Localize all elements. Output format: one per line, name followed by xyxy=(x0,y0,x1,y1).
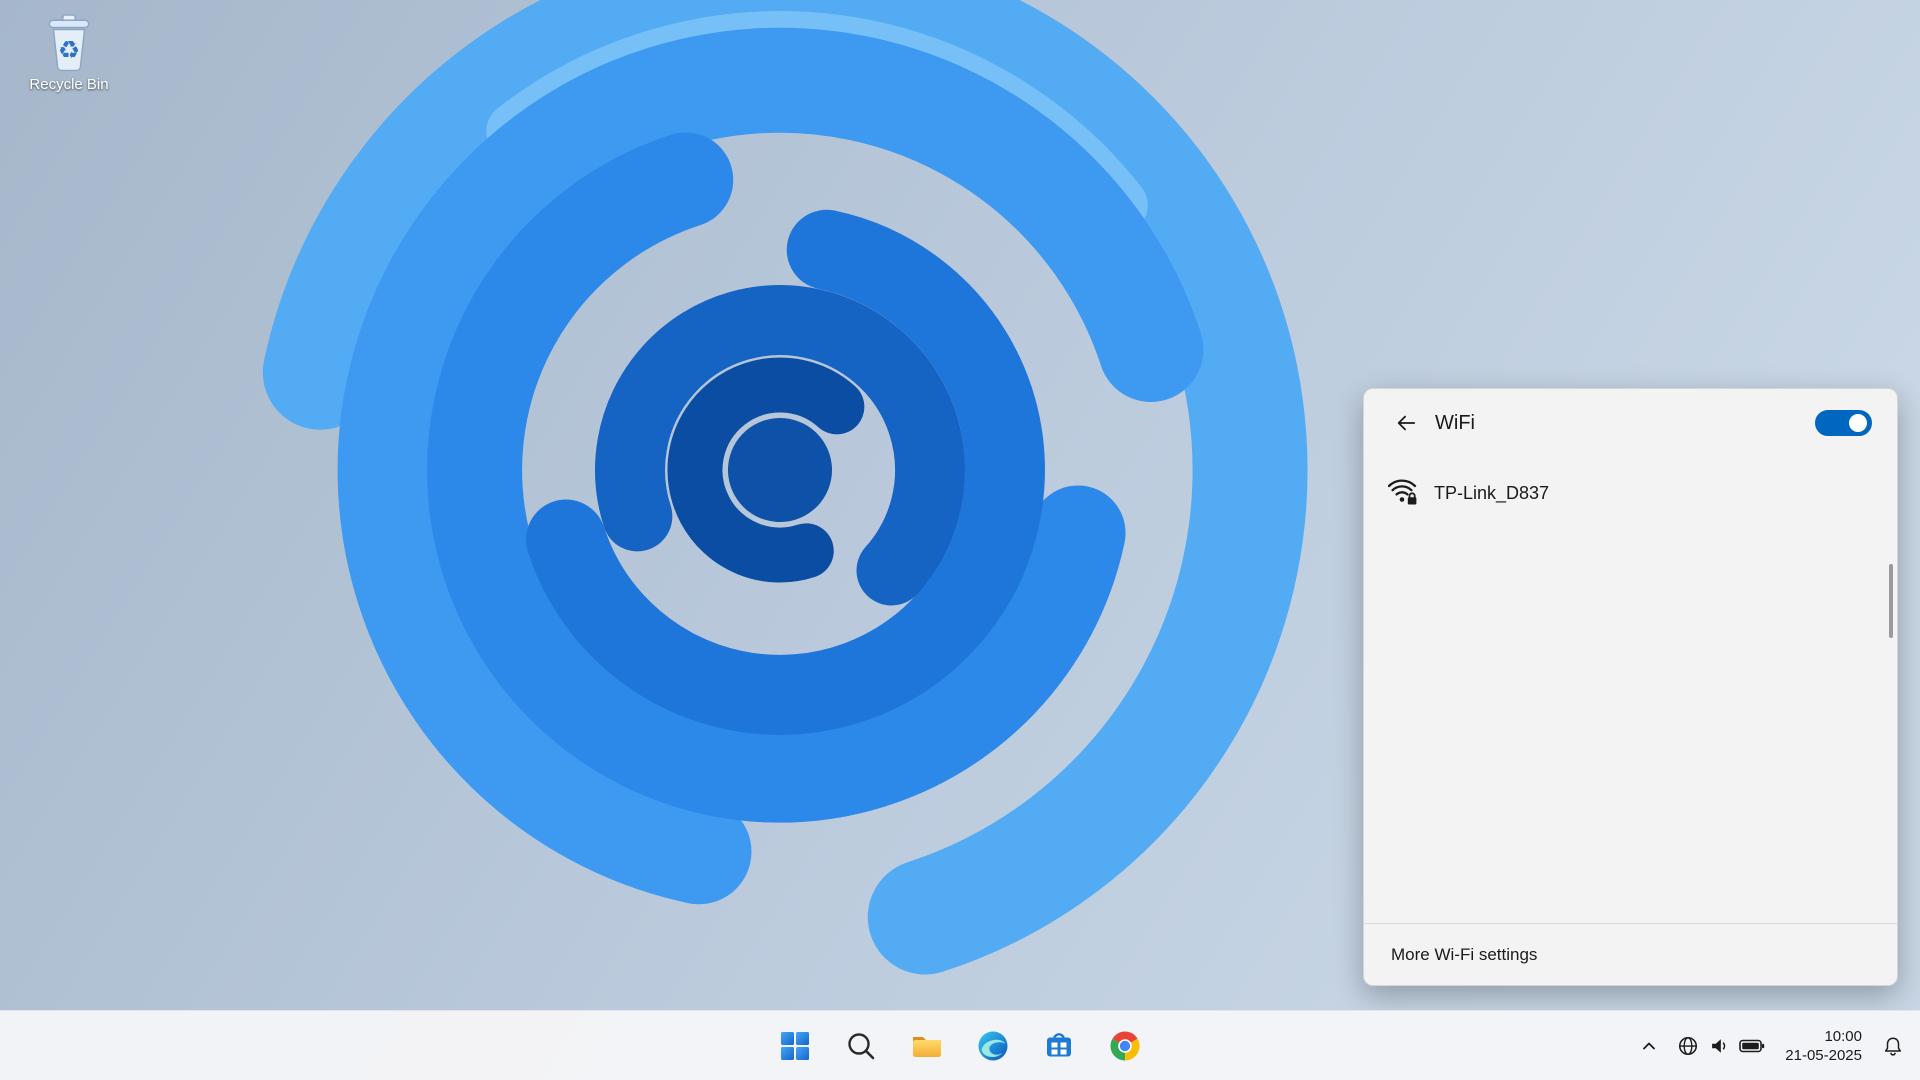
chrome-button[interactable] xyxy=(1101,1022,1149,1070)
panel-scrollbar[interactable] xyxy=(1889,564,1893,638)
wifi-panel-header: WiFi xyxy=(1364,389,1897,457)
file-explorer-button[interactable] xyxy=(903,1022,951,1070)
wifi-network-name: TP-Link_D837 xyxy=(1434,482,1550,503)
wifi-panel-footer: More Wi-Fi settings xyxy=(1364,923,1897,985)
bell-icon xyxy=(1884,1036,1902,1056)
recycle-bin-shortcut[interactable]: ♻ Recycle Bin xyxy=(14,14,124,93)
wifi-flyout-panel: WiFi TP-Link_D837 More Wi-Fi settings xyxy=(1363,388,1898,986)
start-icon xyxy=(781,1031,809,1060)
recycle-bin-label: Recycle Bin xyxy=(29,76,109,93)
taskbar: 10:00 21-05-2025 xyxy=(0,1010,1920,1080)
more-wifi-settings-link[interactable]: More Wi-Fi settings xyxy=(1391,945,1537,965)
clock-button[interactable]: 10:00 21-05-2025 xyxy=(1777,1024,1870,1068)
back-button[interactable] xyxy=(1389,406,1423,440)
battery-icon xyxy=(1739,1039,1765,1052)
speaker-icon xyxy=(1712,1038,1726,1053)
back-arrow-icon xyxy=(1397,415,1416,431)
svg-text:♻: ♻ xyxy=(58,36,80,65)
search-icon xyxy=(848,1032,875,1059)
chevron-up-icon xyxy=(1643,1042,1656,1049)
wifi-network-item[interactable]: TP-Link_D837 xyxy=(1376,469,1877,517)
search-button[interactable] xyxy=(837,1022,885,1070)
wifi-toggle[interactable] xyxy=(1815,410,1872,436)
edge-button[interactable] xyxy=(969,1022,1017,1070)
taskbar-system-tray: 10:00 21-05-2025 xyxy=(1633,1011,1910,1080)
tray-date: 21-05-2025 xyxy=(1785,1046,1862,1064)
wifi-secured-icon xyxy=(1388,479,1417,505)
recycle-bin-icon: ♻ xyxy=(48,14,90,72)
globe-network-icon xyxy=(1679,1036,1698,1055)
wifi-panel-title: WiFi xyxy=(1435,411,1475,434)
chrome-icon xyxy=(1110,1030,1140,1061)
tray-overflow-button[interactable] xyxy=(1633,1024,1665,1068)
tray-time: 10:00 xyxy=(1824,1027,1862,1045)
edge-icon xyxy=(978,1031,1008,1060)
start-button[interactable] xyxy=(771,1022,819,1070)
quick-settings-button[interactable] xyxy=(1671,1024,1771,1068)
microsoft-store-button[interactable] xyxy=(1035,1022,1083,1070)
wifi-toggle-knob xyxy=(1849,414,1867,432)
taskbar-center-icons xyxy=(771,1011,1149,1080)
file-explorer-icon xyxy=(913,1036,941,1057)
microsoft-store-icon xyxy=(1047,1032,1071,1056)
notifications-button[interactable] xyxy=(1876,1024,1910,1068)
